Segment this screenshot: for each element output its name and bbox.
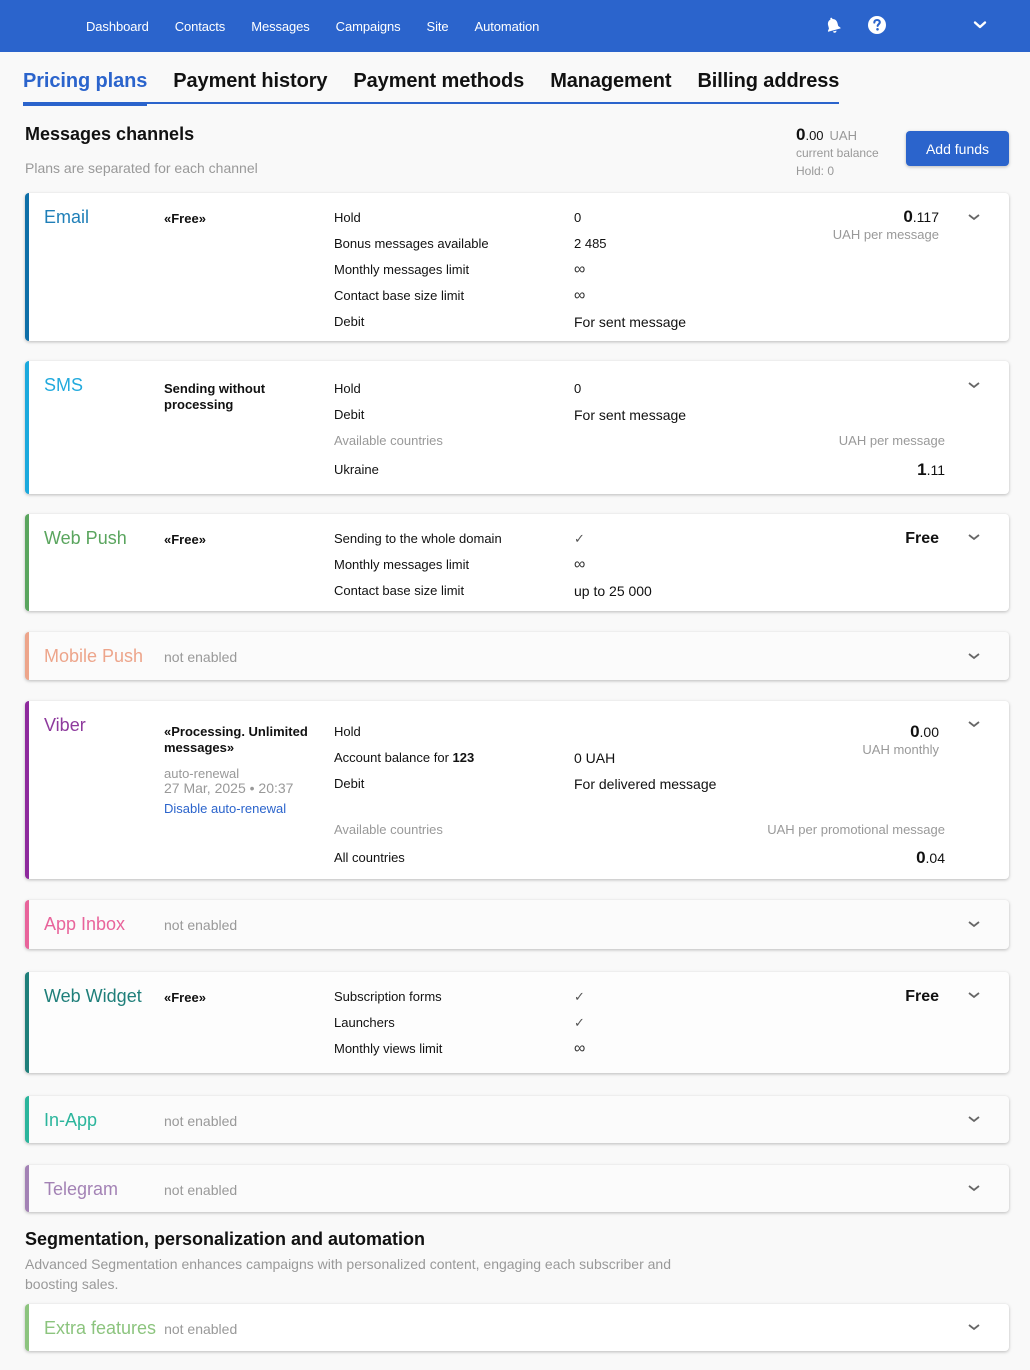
nav-messages[interactable]: Messages: [251, 19, 310, 34]
channel-card-sms: SMS Sending without processing Hold Debi…: [25, 361, 1009, 494]
disable-auto-renewal-link[interactable]: Disable auto-renewal: [164, 801, 293, 816]
billing-tabs: Pricing plans Payment history Payment me…: [23, 68, 839, 106]
chevron-down-icon[interactable]: [967, 717, 981, 731]
tab-management[interactable]: Management: [550, 68, 671, 102]
plan-name: Sending without processing: [164, 381, 266, 412]
chevron-down-icon[interactable]: [967, 1320, 981, 1334]
section-title: Messages channels: [25, 124, 195, 144]
balance-currency: UAH: [829, 128, 857, 143]
price-free: Free: [905, 988, 939, 1005]
price: 0.117 UAH per message: [832, 207, 939, 242]
plan-name: «Free»: [164, 532, 206, 547]
channel-card-mobile-push[interactable]: Mobile Push not enabled: [25, 632, 1009, 680]
plan-name: «Free»: [164, 990, 206, 1005]
plan-labels: Sending to the whole domain Monthly mess…: [334, 531, 502, 598]
plan-values: ✓ ✓ ∞: [574, 989, 585, 1057]
tab-payment-methods[interactable]: Payment methods: [353, 68, 524, 102]
check-icon: ✓: [574, 989, 585, 1004]
chevron-down-icon[interactable]: [967, 649, 981, 663]
segmentation-subtitle: Advanced Segmentation enhances campaigns…: [25, 1256, 671, 1292]
account-name: 123: [452, 750, 475, 765]
nav-contacts[interactable]: Contacts: [175, 19, 226, 34]
main-nav: Dashboard Contacts Messages Campaigns Si…: [86, 0, 565, 52]
balance-amount: 0.00 UAH: [796, 125, 857, 144]
section-subtitle: Plans are separated for each channel: [25, 160, 258, 176]
channel-card-web-push: Web Push «Free» Sending to the whole dom…: [25, 514, 1009, 611]
chevron-down-icon[interactable]: [967, 378, 981, 392]
check-icon: ✓: [574, 531, 585, 546]
channel-card-app-inbox[interactable]: App Inbox not enabled: [25, 900, 1009, 949]
price-free: Free: [905, 530, 939, 547]
add-funds-button[interactable]: Add funds: [906, 131, 1009, 166]
hold-amount: Hold: 0: [796, 164, 835, 178]
plan-labels: Hold Account balance for 123 Debit Avail…: [334, 724, 474, 876]
channel-name: Email: [44, 207, 90, 227]
country-name: All countries: [334, 850, 405, 865]
nav-campaigns[interactable]: Campaigns: [336, 19, 401, 34]
plan-values: 0 2 485 ∞ ∞ For sent message: [574, 210, 687, 330]
monthly-price: 0.00 UAH monthly: [862, 722, 939, 757]
chevron-down-icon[interactable]: [970, 15, 990, 35]
auto-renewal-info: auto-renewal 27 Mar, 2025 • 20:37 Disabl…: [164, 766, 294, 816]
plan-name: «Free»: [164, 211, 206, 226]
channel-name: Viber: [44, 715, 86, 735]
channel-card-in-app[interactable]: In-App not enabled: [25, 1096, 1009, 1143]
nav-automation[interactable]: Automation: [475, 19, 540, 34]
channel-name: Mobile Push: [44, 646, 144, 666]
tab-pricing-plans[interactable]: Pricing plans: [23, 68, 148, 106]
chevron-down-icon[interactable]: [967, 1181, 981, 1195]
plan-labels: Subscription forms Launchers Monthly vie…: [334, 989, 443, 1056]
balance-block: 0.00 UAH current balance Hold: 0: [796, 125, 879, 179]
bell-icon[interactable]: [823, 15, 843, 35]
plan-labels: Hold Bonus messages available Monthly me…: [334, 210, 489, 329]
channel-name: In-App: [44, 1110, 98, 1130]
plan-values: 0 UAH For delivered message: [574, 750, 717, 792]
chevron-down-icon[interactable]: [967, 1112, 981, 1126]
nav-site[interactable]: Site: [427, 19, 449, 34]
channel-name: Web Widget: [44, 986, 142, 1006]
chevron-down-icon[interactable]: [967, 210, 981, 224]
channel-name: SMS: [44, 375, 84, 395]
check-icon: ✓: [574, 1015, 585, 1030]
channel-card-telegram[interactable]: Telegram not enabled: [25, 1165, 1009, 1212]
help-icon[interactable]: [867, 15, 887, 35]
channel-card-email: Email «Free» Hold Bonus messages availab…: [25, 193, 1009, 341]
tab-payment-history[interactable]: Payment history: [173, 68, 327, 102]
promo-price: UAH per promotional message 0.04: [767, 822, 945, 867]
country-price: UAH per message 1.11: [838, 433, 945, 479]
top-navbar: Dashboard Contacts Messages Campaigns Si…: [0, 0, 1030, 52]
status-not-enabled: not enabled: [164, 917, 238, 933]
nav-dashboard[interactable]: Dashboard: [86, 19, 149, 34]
plan-values: 0 For sent message: [574, 381, 687, 423]
chevron-down-icon[interactable]: [967, 917, 981, 931]
balance-label: current balance: [796, 146, 879, 160]
plan-name: «Processing. Unlimited messages»: [164, 724, 308, 755]
status-not-enabled: not enabled: [164, 1182, 238, 1198]
status-not-enabled: not enabled: [164, 1113, 238, 1129]
channel-name: Telegram: [44, 1179, 119, 1199]
channel-name: App Inbox: [44, 914, 126, 934]
feature-name: Extra features: [44, 1318, 157, 1338]
plan-labels: Hold Debit Available countries Ukraine: [334, 381, 443, 488]
plan-values: ✓ ∞ up to 25 000: [574, 531, 652, 599]
status-not-enabled: not enabled: [164, 1321, 238, 1337]
renewal-date: 27 Mar, 2025 • 20:37: [164, 780, 294, 796]
channel-card-web-widget: Web Widget «Free» Subscription forms Lau…: [25, 972, 1009, 1073]
segmentation-title: Segmentation, personalization and automa…: [25, 1229, 426, 1249]
tab-billing-address[interactable]: Billing address: [697, 68, 839, 102]
chevron-down-icon[interactable]: [967, 530, 981, 544]
extra-features-card[interactable]: Extra features not enabled: [25, 1304, 1009, 1351]
channel-card-viber: Viber «Processing. Unlimited messages» a…: [25, 701, 1009, 879]
channel-name: Web Push: [44, 528, 127, 548]
chevron-down-icon[interactable]: [967, 988, 981, 1002]
country-name: Ukraine: [334, 462, 379, 477]
status-not-enabled: not enabled: [164, 649, 238, 665]
